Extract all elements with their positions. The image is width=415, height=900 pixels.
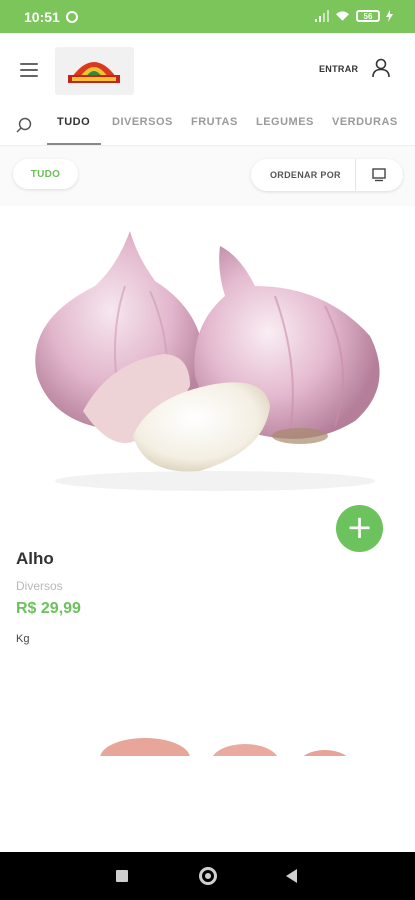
battery-level: 56	[363, 11, 373, 21]
recent-apps-icon[interactable]	[116, 870, 128, 882]
menu-icon[interactable]	[20, 63, 38, 77]
sort-group: ORDENAR POR	[251, 159, 403, 191]
product-image[interactable]	[25, 226, 390, 496]
logo-emblem	[68, 62, 120, 83]
tab-diversos[interactable]: DIVERSOS	[112, 116, 173, 128]
product-price: R$ 29,99	[16, 600, 81, 617]
sort-button[interactable]: ORDENAR POR	[270, 170, 341, 180]
filter-chip-tudo[interactable]: TUDO	[13, 159, 78, 189]
divider	[355, 159, 356, 191]
user-icon[interactable]	[371, 58, 391, 78]
active-tab-indicator	[47, 143, 101, 145]
search-icon[interactable]	[15, 116, 33, 134]
tab-verduras[interactable]: VERDURAS	[332, 116, 398, 128]
filter-row: TUDO ORDENAR POR	[0, 146, 415, 206]
category-tabs: TUDO DIVERSOS FRUTAS LEGUMES VERDURAS	[0, 108, 415, 146]
system-nav-bar	[0, 852, 415, 900]
product-card[interactable]: + Alho Diversos R$ 29,99 Kg	[0, 206, 415, 666]
tab-frutas[interactable]: FRUTAS	[191, 116, 238, 128]
alarm-icon	[66, 11, 78, 23]
battery-icon: 56	[356, 10, 380, 22]
tab-legumes[interactable]: LEGUMES	[256, 116, 314, 128]
add-to-cart-button[interactable]: +	[336, 505, 383, 552]
back-icon[interactable]	[286, 869, 297, 883]
login-link[interactable]: ENTRAR	[319, 64, 358, 74]
home-icon[interactable]	[199, 867, 217, 885]
next-product-image[interactable]	[90, 728, 375, 756]
store-logo[interactable]	[55, 47, 134, 95]
product-name[interactable]: Alho	[16, 549, 54, 569]
bolt-icon	[386, 10, 393, 22]
tab-tudo[interactable]: TUDO	[57, 116, 90, 128]
grid-view-icon[interactable]	[371, 167, 387, 183]
plus-icon: +	[346, 508, 373, 546]
status-bar: 10:51 56	[0, 0, 415, 33]
signal-icon	[315, 10, 329, 22]
product-unit: Kg	[16, 633, 30, 645]
wifi-icon	[335, 11, 350, 21]
product-category: Diversos	[16, 579, 63, 593]
app-header: ENTRAR	[0, 33, 415, 108]
status-icons: 56	[315, 10, 393, 22]
status-time: 10:51	[24, 9, 60, 25]
